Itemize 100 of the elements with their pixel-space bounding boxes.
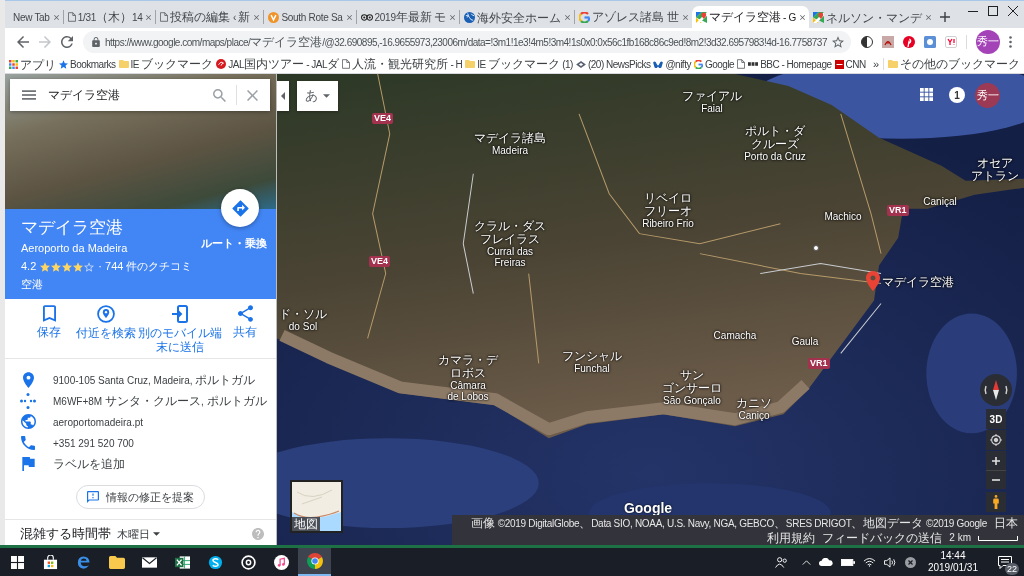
bookmark[interactable]: Bookmarks [59,56,116,72]
bookmark[interactable]: BBC - Homepage [748,56,832,72]
my-location-button[interactable] [986,430,1006,450]
place-name: do Sol [288,321,318,332]
road-number: VR1 [887,205,909,216]
close-icon[interactable] [1008,6,1018,16]
directions-label[interactable]: ルート・乗換 [201,237,267,250]
view-3d-button[interactable]: 3D [986,409,1006,429]
circle-x-icon[interactable] [904,556,916,568]
tile-logo-icon[interactable] [945,35,957,48]
bookmark[interactable] [737,59,746,69]
detail-text: M6WF+8M サンタ・クルース, ポルトガル [53,392,267,409]
map-pin-icon[interactable] [866,271,880,291]
half-circle-icon[interactable] [861,35,873,48]
day-dropdown[interactable]: 木曜日 [117,525,160,542]
notification-center-button[interactable]: 22 [990,549,1020,575]
review-count[interactable]: · 744 件のクチコミ [98,260,193,273]
collapse-panel-button[interactable] [277,81,289,111]
lock-icon [92,36,100,47]
page-icon [342,59,351,69]
apps-grid-icon[interactable] [920,88,933,101]
place-name: クラル・ダス フレイラス [474,220,546,246]
compass-icon[interactable] [980,374,1012,406]
zoom-in-button[interactable] [986,451,1006,470]
profile-avatar[interactable]: 秀一 [976,29,1000,54]
cloud-icon[interactable] [818,558,833,566]
place-name: マデイラ諸島 [474,132,546,145]
music-note-icon [274,554,289,570]
input-tools-button[interactable]: あ [297,81,338,111]
tile-logo-icon[interactable] [924,35,936,48]
place-name: ファイアル [682,90,742,103]
back-icon[interactable] [17,35,29,48]
bookmark[interactable]: CNN [834,56,866,72]
round-logo-icon[interactable] [903,35,915,48]
page-icon [160,12,169,22]
zoom-out-button[interactable] [986,470,1006,489]
place-dot-icon [813,245,819,251]
minimize-icon[interactable] [968,10,978,12]
street-view-button[interactable] [986,492,1006,512]
plus-icon [992,456,1000,465]
bookmark[interactable]: Google [693,56,735,72]
reload-icon[interactable] [61,35,73,48]
detail-text[interactable]: +351 291 520 700 [53,434,134,451]
detail-text[interactable]: aeroportomadeira.pt [53,413,144,430]
bookmark[interactable]: アプリ [9,56,56,72]
address-bar[interactable]: https://www.google.com/maps/place/マデイラ空港/@32.690895,-16.9655973,23006m/data=!3m1!1e3!4m5!3m4!1s0x0:0x56c1fb168c86c9ed!8m2!3d32.6957983!4d-16.7758737 [83,30,851,53]
folder-icon [465,60,476,68]
place-name: Caniçal [923,196,957,207]
menu-icon[interactable] [22,90,36,100]
more-bookmarks-button[interactable]: » [872,57,879,71]
star-outline-icon[interactable] [831,35,844,48]
chevron-up-icon[interactable] [801,559,811,565]
footer-link[interactable]: フィードバックの送信 [822,531,943,545]
people-icon[interactable] [774,556,788,568]
windows-logo-icon [10,555,24,569]
place-name: Curral das Freiras [486,246,534,268]
action-button[interactable]: 共有 [225,305,265,339]
selected-place-label[interactable]: マデイラ空港 [882,275,954,289]
footer-link[interactable]: 日本 [994,516,1018,530]
footer-link[interactable]: 利用規約 [767,531,816,545]
maximize-icon[interactable] [988,6,998,16]
bookmark[interactable]: (20) NewsPicks [575,56,651,72]
detail-text: 9100-105 Santa Cruz, Madeira, ポルトガル [53,371,256,388]
browser-tab[interactable]: マデイラ空港 - G [691,6,810,28]
action-button[interactable]: 付近を検索 [75,305,137,340]
star-icon [40,261,51,272]
place-name: Caniço [738,410,770,421]
speaker-icon[interactable] [883,556,897,568]
new-tab-icon[interactable] [940,12,951,22]
action-button[interactable]: 別のモバイル端末に送信 [137,305,223,354]
taskbar-clock[interactable]: 14:44 2019/01/31 [923,550,982,574]
place-name: Madeira [491,145,529,156]
place-category[interactable]: 空港 [21,278,43,291]
taskbar-app-button[interactable] [298,548,331,576]
search-icon[interactable] [213,88,226,102]
star-icon [62,261,73,272]
detail-text[interactable]: ラベルを追加 [53,456,125,471]
disc-icon [241,554,256,570]
bookmark[interactable]: その他のブックマーク [888,57,1020,71]
more-vertical-icon[interactable] [1009,35,1012,48]
battery-icon[interactable] [840,558,855,566]
tile-logo-icon[interactable] [882,35,894,48]
search-field[interactable]: マデイラ空港 [48,86,213,104]
wifi-icon[interactable] [862,557,876,567]
eyes-logo-icon [360,13,373,21]
bookmark[interactable]: @nifty [653,56,691,72]
place-name: カニソ [736,397,772,410]
phone-arrow-icon [172,305,188,323]
place-name: Funchal [574,363,610,374]
place-name: カマラ・デ ロボス [438,354,498,380]
directions-button[interactable] [221,189,259,227]
bookmark[interactable]: 人流・観光研究所 - H [342,56,463,72]
bookmark[interactable]: IE ブックマーク [118,56,214,72]
place-name: Porto da Cruz [744,151,806,162]
bookmark[interactable]: JAL国内ツアー - JALダ [216,56,340,72]
place-name: Machico [824,211,862,222]
bookmark[interactable]: IE ブックマーク (1) [465,56,573,72]
action-button[interactable]: 保存 [27,305,71,339]
page-icon [67,12,76,22]
map-type-button[interactable]: 地図 [290,480,343,533]
